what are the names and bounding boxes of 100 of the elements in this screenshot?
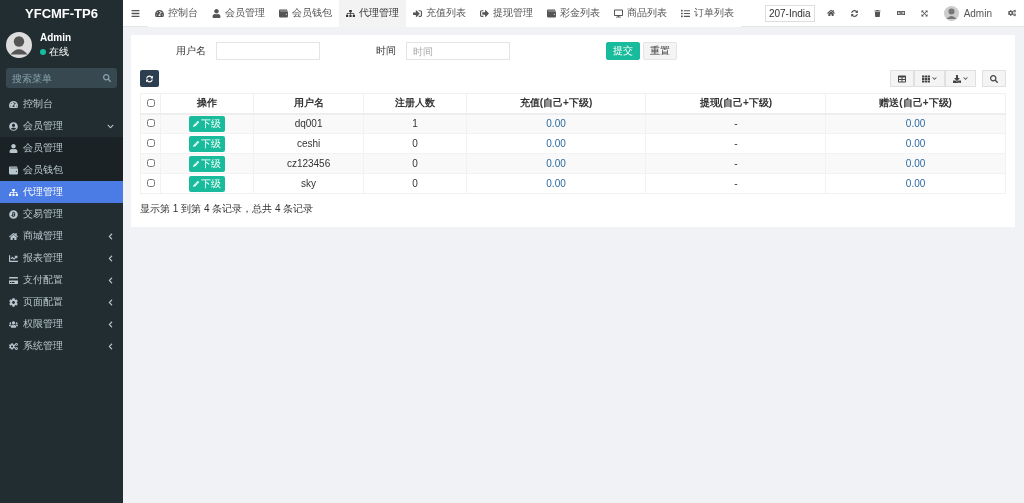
search-icon <box>990 74 998 83</box>
wallet-icon <box>9 165 18 175</box>
nav-tab[interactable]: 代理管理 <box>339 0 406 27</box>
user-name: Admin <box>40 31 72 43</box>
home-icon <box>826 9 835 17</box>
row-checkbox[interactable] <box>146 119 155 128</box>
sidebar-subitem[interactable]: 会员管理 <box>0 137 123 159</box>
avatar <box>6 32 32 58</box>
table-cell: ceshi <box>253 133 364 154</box>
table-cell: 0.00 <box>466 173 646 194</box>
avatar <box>943 5 959 21</box>
sidebar-item[interactable]: 报表管理 <box>0 247 123 269</box>
sign-out-icon <box>480 8 489 18</box>
table-cell: - <box>645 113 826 134</box>
pencil-icon <box>192 180 199 187</box>
pencil-icon <box>192 120 199 127</box>
menu-search-field[interactable]: 搜索菜单 <box>6 68 117 88</box>
table-cell: 1 <box>363 113 467 134</box>
table-cell: 0 <box>363 153 467 174</box>
refresh-icon <box>850 9 858 17</box>
gears-icon <box>9 341 18 351</box>
table-cell: 0.00 <box>825 153 1006 174</box>
chart-icon <box>9 253 18 263</box>
sidebar-item[interactable]: 权限管理 <box>0 313 123 335</box>
refresh-button[interactable] <box>140 70 159 87</box>
wallet-icon <box>547 8 556 18</box>
card-icon <box>9 275 18 285</box>
grid-icon <box>922 74 930 83</box>
column-header: 用户名 <box>253 93 364 114</box>
pencil-icon <box>192 140 199 147</box>
refresh-icon <box>146 74 153 83</box>
pagination-info: 显示第 1 到第 4 条记录，总共 4 条记录 <box>140 202 315 216</box>
pencil-icon <box>192 160 199 167</box>
table-cell: 0 <box>363 173 467 194</box>
table-cell: cz123456 <box>253 153 364 174</box>
sidebar-item[interactable]: 页面配置 <box>0 291 123 313</box>
row-checkbox[interactable] <box>146 179 155 187</box>
row-checkbox[interactable] <box>146 139 155 147</box>
monitor-icon <box>614 8 623 18</box>
username-field[interactable] <box>216 42 320 60</box>
table-cell: 0.00 <box>466 133 646 154</box>
sitemap-icon <box>346 8 355 18</box>
search-button[interactable] <box>982 70 1006 87</box>
coin-icon <box>9 209 18 219</box>
column-header: 注册人数 <box>363 93 467 114</box>
sidebar-item[interactable]: 商城管理 <box>0 225 123 247</box>
language-select[interactable]: 207-India <box>764 4 815 22</box>
table-cell: - <box>645 133 826 154</box>
table-cell: 0.00 <box>825 113 1006 134</box>
table-cell: 0.00 <box>466 113 646 134</box>
table-cell: 0.00 <box>825 133 1006 154</box>
select-all-checkbox[interactable] <box>146 98 155 107</box>
table-cell: 0.00 <box>825 173 1006 194</box>
reset-button[interactable]: 重置 <box>643 42 677 60</box>
sidebar-item[interactable]: 支付配置 <box>0 269 123 291</box>
gauge-icon <box>155 8 164 18</box>
filter-label: 时间 <box>376 44 396 58</box>
settings-icon <box>1008 9 1016 17</box>
users-icon <box>9 319 18 329</box>
table-icon <box>898 74 906 83</box>
home-icon <box>9 231 18 241</box>
sidebar-item[interactable]: 控制台 <box>0 93 123 115</box>
menu-icon <box>131 8 140 18</box>
export-button[interactable] <box>945 70 976 87</box>
user-status: 在线 <box>40 44 72 59</box>
columns-button[interactable] <box>914 70 945 87</box>
toggle-view-button[interactable] <box>890 70 914 87</box>
search-icon <box>103 74 111 82</box>
sign-in-icon <box>413 8 422 18</box>
user-icon <box>9 143 18 153</box>
sidebar-item[interactable]: 交易管理 <box>0 203 123 225</box>
table-cell: 0.00 <box>466 153 646 174</box>
table-cell: sky <box>253 173 364 194</box>
caret-icon <box>963 76 968 81</box>
table-cell: 0 <box>363 133 467 154</box>
expand-icon <box>920 9 928 17</box>
column-header: 提现(自己+下级) <box>645 93 826 114</box>
wallet-icon <box>279 8 288 18</box>
table-cell: - <box>645 153 826 174</box>
gauge-icon <box>9 99 18 109</box>
column-header: 赠送(自己+下级) <box>825 93 1006 114</box>
row-checkbox[interactable] <box>146 159 155 167</box>
brand-logo: YFCMF-TP6 <box>24 5 99 23</box>
user-menu[interactable]: Admin <box>935 0 1000 27</box>
sidebar-subitem[interactable]: 会员钱包 <box>0 159 123 181</box>
table-cell: - <box>645 173 826 194</box>
sidebar-item[interactable]: 代理管理 <box>0 181 123 203</box>
sidebar-item[interactable]: 系统管理 <box>0 335 123 357</box>
column-header: 充值(自己+下级) <box>466 93 646 114</box>
caret-icon <box>932 76 937 81</box>
table-cell: dq001 <box>253 113 364 134</box>
sidebar-item[interactable]: 会员管理 <box>0 115 123 137</box>
trash-icon <box>873 9 881 17</box>
gear-icon <box>9 297 18 307</box>
time-field[interactable]: 时间 <box>406 42 510 60</box>
user-icon <box>212 8 221 18</box>
filter-label: 用户名 <box>176 44 206 58</box>
sitemap-icon <box>9 187 18 197</box>
download-icon <box>953 74 961 83</box>
column-header: 操作 <box>160 93 254 114</box>
